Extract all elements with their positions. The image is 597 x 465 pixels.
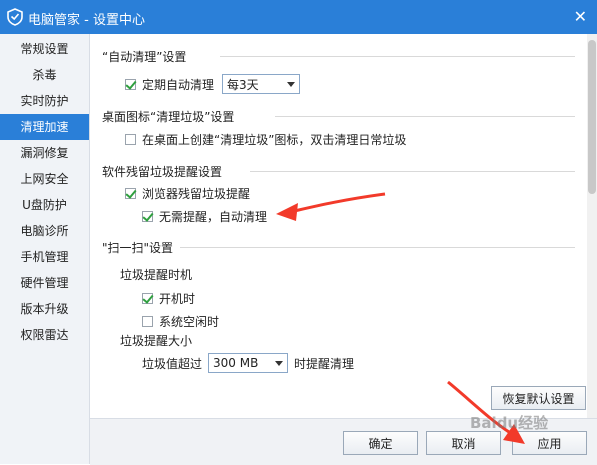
scan-size-title: 垃圾提醒大小 bbox=[120, 334, 193, 348]
sidebar-item-hardware[interactable]: 硬件管理 bbox=[0, 270, 89, 296]
sidebar: 常规设置 杀毒 实时防护 清理加速 漏洞修复 上网安全 U盘防护 电脑诊所 手机… bbox=[0, 34, 90, 464]
size-select[interactable]: 300 MB bbox=[208, 353, 289, 373]
auto-clean-row: 定期自动清理 每3天 bbox=[125, 74, 301, 94]
scrollbar[interactable] bbox=[587, 34, 597, 418]
settings-content: “自动清理”设置 定期自动清理 每3天 桌面图标“清理垃圾”设置 在桌面上创建“… bbox=[90, 34, 587, 418]
sidebar-item-phone[interactable]: 手机管理 bbox=[0, 244, 89, 270]
restore-default-button[interactable]: 恢复默认设置 bbox=[491, 386, 586, 410]
desktop-icon-title: 桌面图标“清理垃圾”设置 bbox=[102, 110, 235, 124]
size-prefix: 垃圾值超过 bbox=[142, 356, 203, 371]
cancel-button[interactable]: 取消 bbox=[426, 431, 501, 455]
desktop-icon-checkbox[interactable] bbox=[125, 134, 136, 145]
size-value: 300 MB bbox=[213, 356, 259, 370]
window-title: 电脑管家 - 设置中心 bbox=[28, 13, 145, 28]
title-bar: 电脑管家 - 设置中心 ✕ bbox=[0, 0, 597, 34]
close-icon[interactable]: ✕ bbox=[574, 7, 587, 26]
auto-clean-interval-select[interactable]: 每3天 bbox=[222, 74, 301, 94]
chevron-down-icon bbox=[287, 81, 296, 87]
sidebar-item-realtime[interactable]: 实时防护 bbox=[0, 88, 89, 114]
browser-residual-label: 浏览器残留垃圾提醒 bbox=[142, 187, 251, 201]
browser-residual-row: 浏览器残留垃圾提醒 bbox=[125, 185, 250, 202]
apply-button[interactable]: 应用 bbox=[512, 431, 587, 455]
shield-logo-icon bbox=[7, 8, 23, 26]
sidebar-item-upgrade[interactable]: 版本升级 bbox=[0, 296, 89, 322]
idle-label: 系统空闲时 bbox=[159, 315, 220, 329]
desktop-icon-row: 在桌面上创建“清理垃圾”图标，双击清理日常垃圾 bbox=[125, 131, 406, 148]
desktop-icon-label: 在桌面上创建“清理垃圾”图标，双击清理日常垃圾 bbox=[142, 133, 407, 147]
auto-clean-checkbox[interactable] bbox=[125, 78, 136, 90]
sidebar-item-usb[interactable]: U盘防护 bbox=[0, 192, 89, 218]
residual-title: 软件残留垃圾提醒设置 bbox=[102, 165, 223, 179]
chevron-down-icon bbox=[275, 360, 284, 366]
sidebar-item-general[interactable]: 常规设置 bbox=[0, 36, 89, 62]
sidebar-item-permission[interactable]: 权限雷达 bbox=[0, 322, 89, 348]
divider bbox=[220, 56, 575, 57]
boot-checkbox[interactable] bbox=[142, 293, 153, 304]
boot-row: 开机时 bbox=[142, 290, 195, 307]
ok-button[interactable]: 确定 bbox=[343, 431, 418, 455]
watermark: Baidu经验 bbox=[470, 414, 549, 432]
sidebar-item-vulnerability[interactable]: 漏洞修复 bbox=[0, 140, 89, 166]
sidebar-item-web-security[interactable]: 上网安全 bbox=[0, 166, 89, 192]
divider bbox=[180, 247, 575, 248]
auto-clean-interval-value: 每3天 bbox=[227, 77, 259, 92]
no-remind-row: 无需提醒，自动清理 bbox=[142, 208, 267, 225]
divider bbox=[250, 171, 575, 172]
idle-checkbox[interactable] bbox=[142, 316, 153, 327]
scrollbar-thumb[interactable] bbox=[588, 40, 596, 194]
idle-row: 系统空闲时 bbox=[142, 313, 219, 330]
auto-clean-label: 定期自动清理 bbox=[142, 77, 215, 92]
scan-title: "扫一扫"设置 bbox=[102, 241, 174, 255]
boot-label: 开机时 bbox=[159, 292, 196, 306]
browser-residual-checkbox[interactable] bbox=[125, 188, 136, 199]
no-remind-label: 无需提醒，自动清理 bbox=[159, 210, 268, 224]
divider bbox=[275, 116, 575, 117]
sidebar-item-clinic[interactable]: 电脑诊所 bbox=[0, 218, 89, 244]
auto-clean-title: “自动清理”设置 bbox=[102, 50, 187, 64]
scan-timing-title: 垃圾提醒时机 bbox=[120, 268, 193, 282]
size-suffix: 时提醒清理 bbox=[294, 356, 355, 371]
sidebar-item-antivirus[interactable]: 杀毒 bbox=[0, 62, 89, 88]
no-remind-checkbox[interactable] bbox=[142, 211, 153, 222]
size-row: 垃圾值超过 300 MB 时提醒清理 bbox=[142, 353, 354, 373]
sidebar-item-cleanup[interactable]: 清理加速 bbox=[0, 114, 89, 140]
